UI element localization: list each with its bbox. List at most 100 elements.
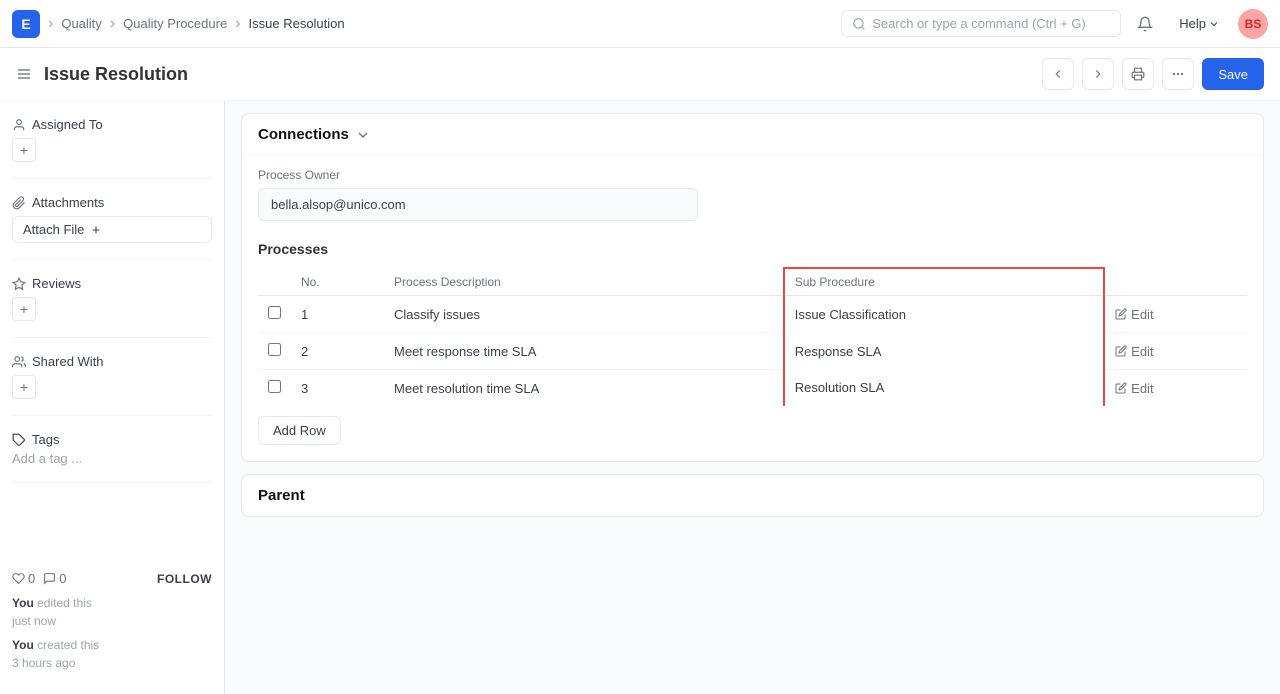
edit-link[interactable]: Edit <box>1115 381 1237 396</box>
row-checkbox[interactable] <box>258 333 291 370</box>
search-icon <box>852 17 866 31</box>
sidebar-footer: 0 0 FOLLOW You edited this just now You … <box>12 571 212 678</box>
add-shared-with-button[interactable]: + <box>12 375 36 399</box>
notifications-button[interactable] <box>1129 8 1161 40</box>
bell-icon <box>1137 16 1153 32</box>
connections-title: Connections <box>258 126 349 143</box>
shared-with-section: Shared With + <box>12 354 212 399</box>
chevron-down-icon <box>1208 18 1220 30</box>
tag-icon <box>12 433 26 447</box>
col-checkbox <box>258 268 291 296</box>
save-button[interactable]: Save <box>1202 58 1264 90</box>
add-assigned-to-button[interactable]: + <box>12 138 36 162</box>
edit-link[interactable]: Edit <box>1115 307 1237 322</box>
process-owner-label: Process Owner <box>258 168 1247 182</box>
person-icon <box>12 118 26 132</box>
breadcrumb-sep-1: › <box>48 15 53 33</box>
chevron-down-icon <box>355 127 371 143</box>
row-sub-procedure: Resolution SLA <box>784 370 1104 407</box>
add-row-button[interactable]: Add Row <box>258 416 341 445</box>
assigned-to-label: Assigned To <box>12 117 212 132</box>
avatar[interactable]: BS <box>1238 9 1268 39</box>
breadcrumb-quality[interactable]: Quality <box>61 16 101 31</box>
col-actions <box>1104 268 1247 296</box>
assigned-to-section: Assigned To + <box>12 117 212 162</box>
divider-1 <box>12 178 212 179</box>
tags-section: Tags Add a tag ... <box>12 432 212 466</box>
row-checkbox[interactable] <box>258 296 291 333</box>
process-owner-field: Process Owner <box>258 168 1247 221</box>
help-button[interactable]: Help <box>1169 11 1230 36</box>
connections-body: Process Owner Processes No. Process Desc… <box>242 155 1263 461</box>
sidebar: Assigned To + Attachments Attach File Re… <box>0 101 225 694</box>
people-icon <box>12 355 26 369</box>
reviews-section: Reviews + <box>12 276 212 321</box>
chevron-left-icon <box>1051 67 1065 81</box>
attachments-section: Attachments Attach File <box>12 195 212 243</box>
search-bar[interactable]: Search or type a command (Ctrl + G) <box>841 10 1121 37</box>
connections-header[interactable]: Connections <box>242 114 1263 155</box>
heart-icon <box>12 572 25 585</box>
divider-5 <box>12 482 212 483</box>
process-owner-input[interactable] <box>258 188 698 221</box>
breadcrumb-sep-2: › <box>110 15 115 33</box>
parent-header[interactable]: Parent <box>242 475 1263 516</box>
table-row: 3 Meet resolution time SLA Resolution SL… <box>258 370 1247 407</box>
app-logo[interactable]: E <box>12 10 40 38</box>
table-row: 2 Meet response time SLA Response SLA Ed… <box>258 333 1247 370</box>
menu-icon[interactable] <box>16 66 32 82</box>
comments[interactable]: 0 <box>43 571 66 586</box>
row-no: 2 <box>291 333 384 370</box>
col-no: No. <box>291 268 384 296</box>
row-checkbox[interactable] <box>258 370 291 407</box>
breadcrumb-sep-3: › <box>235 15 240 33</box>
prev-button[interactable] <box>1042 58 1074 90</box>
add-tag-input[interactable]: Add a tag ... <box>12 451 212 466</box>
page-header: Issue Resolution Save <box>0 48 1280 101</box>
follow-button[interactable]: FOLLOW <box>157 572 212 586</box>
breadcrumb-issue-resolution: Issue Resolution <box>249 16 345 31</box>
paperclip-icon <box>12 196 26 210</box>
parent-card: Parent <box>241 474 1264 517</box>
row-no: 3 <box>291 370 384 407</box>
tags-label: Tags <box>12 432 212 447</box>
row-sub-procedure: Issue Classification <box>784 296 1104 333</box>
row-description: Meet response time SLA <box>384 333 784 370</box>
row-sub-procedure: Response SLA <box>784 333 1104 370</box>
table-row: 1 Classify issues Issue Classification E… <box>258 296 1247 333</box>
page-title: Issue Resolution <box>44 64 1034 85</box>
reviews-label: Reviews <box>12 276 212 291</box>
shared-with-label: Shared With <box>12 354 212 369</box>
pencil-icon <box>1115 345 1127 357</box>
breadcrumb-quality-procedure[interactable]: Quality Procedure <box>123 16 227 31</box>
print-button[interactable] <box>1122 58 1154 90</box>
connections-card: Connections Process Owner Processes <box>241 113 1264 462</box>
processes-table: No. Process Description Sub Procedure 1 … <box>258 267 1247 406</box>
pencil-icon <box>1115 382 1127 394</box>
processes-section: Processes No. Process Description Sub Pr… <box>258 241 1247 445</box>
row-edit[interactable]: Edit <box>1104 370 1247 407</box>
add-review-button[interactable]: + <box>12 297 36 321</box>
row-edit[interactable]: Edit <box>1104 296 1247 333</box>
activity-item-1: You created this 3 hours ago <box>12 636 212 672</box>
likes[interactable]: 0 <box>12 571 35 586</box>
row-description: Meet resolution time SLA <box>384 370 784 407</box>
attach-file-button[interactable]: Attach File <box>12 216 212 243</box>
row-edit[interactable]: Edit <box>1104 333 1247 370</box>
attachments-label: Attachments <box>12 195 212 210</box>
edit-link[interactable]: Edit <box>1115 344 1237 359</box>
next-button[interactable] <box>1082 58 1114 90</box>
parent-title: Parent <box>258 487 305 504</box>
row-description: Classify issues <box>384 296 784 333</box>
search-placeholder: Search or type a command (Ctrl + G) <box>872 16 1086 31</box>
more-options-button[interactable] <box>1162 58 1194 90</box>
chevron-right-icon <box>1091 67 1105 81</box>
printer-icon <box>1131 67 1145 81</box>
like-row: 0 0 FOLLOW <box>12 571 212 594</box>
divider-2 <box>12 259 212 260</box>
divider-4 <box>12 415 212 416</box>
pencil-icon <box>1115 308 1127 320</box>
main-content: Connections Process Owner Processes <box>225 101 1280 694</box>
row-no: 1 <box>291 296 384 333</box>
comment-icon <box>43 572 56 585</box>
